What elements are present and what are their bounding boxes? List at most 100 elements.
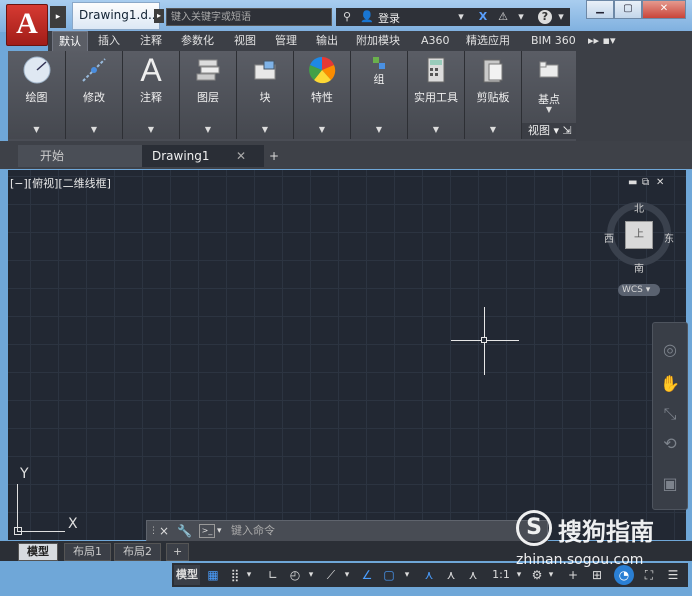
tab-addins[interactable]: 附加模块 <box>350 31 406 51</box>
tab-drawing1[interactable]: Drawing1 ✕ <box>142 145 264 167</box>
view-label: 视图 <box>528 124 550 137</box>
command-input[interactable]: 键入命令 <box>231 521 275 541</box>
a360-icon[interactable]: ⚠ <box>496 10 510 24</box>
application-menu-button[interactable]: A <box>6 4 48 46</box>
close-button[interactable]: ✕ <box>642 0 686 19</box>
dropdown-arrow-icon[interactable]: ▼ <box>66 125 122 134</box>
dropdown-arrow-icon[interactable]: ▼ <box>180 125 236 134</box>
minimize-button[interactable]: ▁ <box>586 0 614 19</box>
sign-in-label[interactable]: 登录 <box>378 10 400 26</box>
tab-layout2[interactable]: 布局2 <box>114 543 161 561</box>
annotation-scale-icon[interactable]: ⋏ <box>464 565 482 585</box>
panel-draw[interactable]: 绘图 ▼ <box>8 51 66 139</box>
dropdown-arrow-icon[interactable]: ▾ <box>402 565 412 585</box>
tab-start[interactable]: 开始 <box>18 145 158 167</box>
dropdown-arrow-icon[interactable]: ▾ <box>554 10 568 24</box>
viewport-restore-icon[interactable]: ⧉ <box>642 177 649 188</box>
steering-wheel-icon[interactable]: ◎ <box>658 339 682 361</box>
model-space-button[interactable]: 模型 <box>174 565 200 585</box>
panel-utilities[interactable]: 实用工具 ▼ <box>408 51 465 139</box>
tab-default[interactable]: 默认 <box>52 31 88 52</box>
dropdown-arrow-icon[interactable]: ▼ <box>294 125 350 134</box>
dropdown-arrow-icon[interactable]: ▼ <box>408 125 464 134</box>
panel-block[interactable]: 块 ▼ <box>237 51 294 139</box>
wcs-menu[interactable]: WCS ▾ <box>618 284 660 296</box>
dropdown-arrow-icon[interactable]: ▼ <box>522 105 576 114</box>
tab-a360[interactable]: A360 <box>415 31 456 51</box>
viewcube-top-face[interactable]: 上 <box>625 221 653 249</box>
title-expand-arrow[interactable]: ▸ <box>154 9 164 23</box>
dropdown-arrow-icon[interactable]: ▼ <box>8 125 65 134</box>
ribbon-overflow-icon[interactable]: ▸▸ ▪▾ <box>582 31 622 51</box>
binoculars-icon[interactable]: ⚲ <box>340 10 354 24</box>
help-icon[interactable]: ? <box>538 10 552 24</box>
drawing-canvas[interactable] <box>8 170 686 540</box>
polar-tracking-icon[interactable]: ◴ <box>286 565 304 585</box>
viewport-close-icon[interactable]: ✕ <box>656 177 664 188</box>
exchange-x-icon[interactable]: X <box>476 10 490 24</box>
compass-east[interactable]: 东 <box>664 230 674 245</box>
tab-layout1[interactable]: 布局1 <box>64 543 111 561</box>
zoom-extents-icon[interactable]: ⤡ <box>658 403 682 425</box>
add-layout-button[interactable]: + <box>166 543 190 561</box>
ortho-icon[interactable]: ∟ <box>264 565 282 585</box>
search-input[interactable]: 键入关键字或短语 <box>166 8 332 26</box>
dropdown-arrow-icon[interactable]: ▾ <box>306 565 316 585</box>
customize-wrench-icon[interactable]: 🔧 <box>177 521 192 541</box>
annotation-visibility-icon[interactable]: ⋏ <box>420 565 438 585</box>
quick-access-arrow[interactable]: ▸ <box>50 6 66 28</box>
dropdown-arrow-icon[interactable]: ▾ <box>454 10 468 24</box>
tab-output[interactable]: 输出 <box>310 31 344 51</box>
tab-bim360[interactable]: BIM 360 <box>525 31 582 51</box>
object-snap-tracking-icon[interactable]: ∠ <box>358 565 376 585</box>
dropdown-arrow-icon[interactable]: ▼ <box>351 125 407 134</box>
panel-modify[interactable]: 修改 ▼ <box>66 51 123 139</box>
tab-manage[interactable]: 管理 <box>269 31 303 51</box>
compass-west[interactable]: 西 <box>604 230 614 245</box>
tab-model[interactable]: 模型 <box>18 543 58 561</box>
object-snap-icon[interactable]: ▢ <box>380 565 398 585</box>
panel-clipboard[interactable]: 剪贴板 ▼ <box>465 51 522 139</box>
ucs-origin-box <box>14 527 22 535</box>
panel-annotation[interactable]: A 注释 ▼ <box>123 51 180 139</box>
viewport-controls-label[interactable]: [−][俯视][二维线框] <box>10 175 111 191</box>
showmotion-icon[interactable]: ▣ <box>658 473 682 495</box>
compass-north[interactable]: 北 <box>634 200 644 215</box>
dropdown-arrow-icon[interactable]: ▾ <box>514 10 528 24</box>
tab-parametric[interactable]: 参数化 <box>175 31 220 51</box>
compass-south[interactable]: 南 <box>634 260 644 275</box>
viewport-minimize-icon[interactable]: ▬ <box>628 177 637 188</box>
watermark-brand: 搜狗指南 <box>558 518 654 546</box>
pan-hand-icon[interactable]: ✋ <box>658 373 682 395</box>
auto-scale-icon[interactable]: ⋏ <box>442 565 460 585</box>
tab-view[interactable]: 视图 <box>228 31 262 51</box>
annotation-scale-value[interactable]: 1:1 <box>488 565 514 585</box>
view-panel-title[interactable]: 视图 ▾ ⇲ <box>522 123 576 139</box>
snap-mode-icon[interactable]: ⣿ <box>226 565 244 585</box>
dropdown-arrow-icon[interactable]: ▼ <box>237 125 293 134</box>
panel-layers[interactable]: 图层 ▼ <box>180 51 237 139</box>
recent-commands-icon[interactable]: >_ <box>199 524 215 538</box>
tab-featured-apps[interactable]: 精选应用 <box>460 31 516 51</box>
isometric-icon[interactable]: ⟋ <box>322 565 340 585</box>
new-tab-button[interactable]: + <box>262 145 286 167</box>
tab-annotate[interactable]: 注释 <box>134 31 168 51</box>
command-line-grip[interactable]: ⋮ <box>149 521 158 541</box>
orbit-icon[interactable]: ⟲ <box>658 433 682 455</box>
dropdown-arrow-icon[interactable]: ▾ <box>217 521 222 541</box>
panel-group[interactable]: 组 ▼ <box>351 51 408 139</box>
user-icon[interactable]: 👤 <box>360 10 374 24</box>
crosshair-pickbox <box>481 337 487 343</box>
restore-button[interactable]: ▢ <box>614 0 642 19</box>
command-line[interactable]: ⋮ × 🔧 >_ ▾ 键入命令 <box>146 520 548 542</box>
panel-properties[interactable]: 特性 ▼ <box>294 51 351 139</box>
close-tab-icon[interactable]: ✕ <box>236 145 246 167</box>
dropdown-arrow-icon[interactable]: ▼ <box>123 125 179 134</box>
grid-display-icon[interactable]: ▦ <box>204 565 222 585</box>
dropdown-arrow-icon[interactable]: ▾ <box>342 565 352 585</box>
dropdown-arrow-icon[interactable]: ▼ <box>465 125 521 134</box>
command-close-icon[interactable]: × <box>159 521 169 541</box>
dropdown-arrow-icon[interactable]: ▾ <box>244 565 254 585</box>
panel-view[interactable]: 基点 ▼ 视图 ▾ ⇲ <box>522 51 577 139</box>
tab-insert[interactable]: 插入 <box>92 31 126 51</box>
